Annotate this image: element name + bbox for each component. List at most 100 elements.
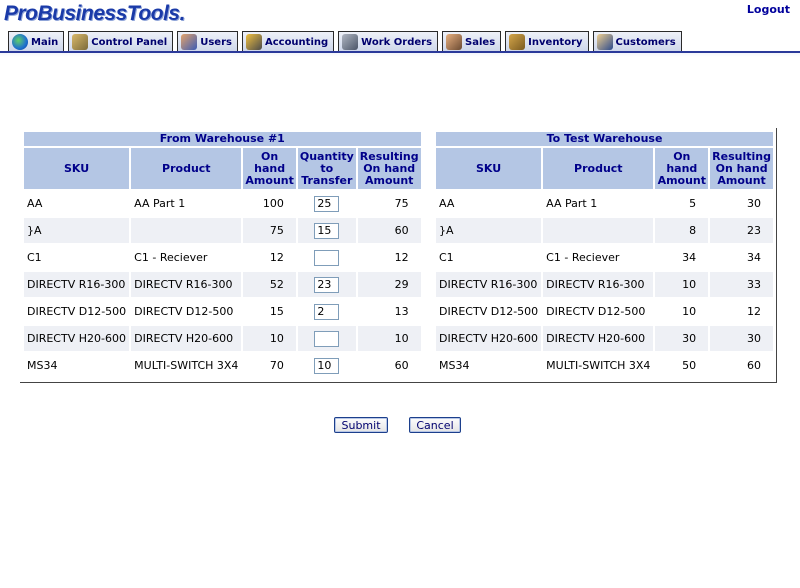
customers-icon xyxy=(596,34,613,50)
submit-button[interactable]: Submit xyxy=(334,417,388,433)
product-cell: AA Part 1 xyxy=(131,191,242,216)
quantity-input[interactable] xyxy=(314,222,340,239)
table-row: C1 C1 - Reciever 12 12 xyxy=(24,245,421,270)
col-header-on-hand: On hand Amount xyxy=(655,148,709,189)
to-warehouse-table: To Test Warehouse SKU Product On hand Am… xyxy=(434,130,775,380)
tab-inventory[interactable]: Inventory xyxy=(505,31,589,52)
accountant-icon xyxy=(245,34,262,50)
users-icon xyxy=(181,34,198,50)
product-cell: MULTI-SWITCH 3X4 xyxy=(131,353,242,378)
sku-cell: }A xyxy=(436,218,542,243)
tab-label: Users xyxy=(200,36,232,48)
sku-cell: DIRECTV H20-600 xyxy=(24,326,130,351)
product-cell xyxy=(543,218,654,243)
table-row: DIRECTV D12-500 DIRECTV D12-500 10 12 xyxy=(436,299,773,324)
on-hand-cell: 34 xyxy=(655,245,709,270)
product-cell: AA Part 1 xyxy=(543,191,654,216)
sku-cell: AA xyxy=(24,191,130,216)
tab-label: Sales xyxy=(465,36,496,48)
resulting-cell: 33 xyxy=(710,272,773,297)
quantity-cell xyxy=(297,353,356,378)
tab-work-orders[interactable]: Work Orders xyxy=(338,31,439,52)
on-hand-cell: 75 xyxy=(243,218,296,243)
cancel-button[interactable]: Cancel xyxy=(409,417,461,433)
sku-cell: DIRECTV H20-600 xyxy=(436,326,542,351)
sku-cell: MS34 xyxy=(436,353,542,378)
resulting-cell: 60 xyxy=(357,353,421,378)
col-header-product: Product xyxy=(131,148,242,189)
sku-cell: DIRECTV R16-300 xyxy=(24,272,130,297)
logout-link[interactable]: Logout xyxy=(747,3,790,16)
quantity-cell xyxy=(297,218,356,243)
sku-cell: C1 xyxy=(436,245,542,270)
resulting-cell: 34 xyxy=(710,245,773,270)
quantity-cell xyxy=(297,272,356,297)
tab-label: Work Orders xyxy=(361,36,433,48)
quantity-input[interactable] xyxy=(314,276,340,293)
product-cell: C1 - Reciever xyxy=(543,245,654,270)
on-hand-cell: 52 xyxy=(243,272,296,297)
on-hand-cell: 8 xyxy=(655,218,709,243)
tab-users[interactable]: Users xyxy=(177,31,238,52)
quantity-input[interactable] xyxy=(314,357,340,374)
product-cell xyxy=(131,218,242,243)
main-nav-tabs: Main Control Panel Users Accounting Work… xyxy=(8,31,682,53)
tab-main[interactable]: Main xyxy=(8,31,65,52)
product-cell: DIRECTV D12-500 xyxy=(543,299,654,324)
on-hand-cell: 15 xyxy=(243,299,296,324)
truck-icon xyxy=(342,34,359,50)
tab-bar-shadow xyxy=(0,53,800,57)
wrench-icon xyxy=(72,34,89,50)
quantity-input[interactable] xyxy=(314,303,340,320)
quantity-input[interactable] xyxy=(314,330,340,347)
on-hand-cell: 5 xyxy=(655,191,709,216)
sku-cell: C1 xyxy=(24,245,130,270)
col-header-sku: SKU xyxy=(436,148,542,189)
col-header-on-hand: On hand Amount xyxy=(243,148,296,189)
col-header-sku: SKU xyxy=(24,148,130,189)
table-row: MS34 MULTI-SWITCH 3X4 50 60 xyxy=(436,353,773,378)
inventory-icon xyxy=(509,34,526,50)
resulting-cell: 75 xyxy=(357,191,421,216)
product-cell: DIRECTV R16-300 xyxy=(543,272,654,297)
resulting-cell: 12 xyxy=(710,299,773,324)
resulting-cell: 12 xyxy=(357,245,421,270)
on-hand-cell: 70 xyxy=(243,353,296,378)
resulting-cell: 23 xyxy=(710,218,773,243)
on-hand-cell: 30 xyxy=(655,326,709,351)
transfer-panel: From Warehouse #1 SKU Product On hand Am… xyxy=(20,128,777,383)
quantity-cell xyxy=(297,326,356,351)
col-header-resulting: Resulting On hand Amount xyxy=(710,148,773,189)
quantity-input[interactable] xyxy=(314,195,340,212)
on-hand-cell: 10 xyxy=(655,272,709,297)
table-row: DIRECTV R16-300 DIRECTV R16-300 52 29 xyxy=(24,272,421,297)
tab-customers[interactable]: Customers xyxy=(592,31,682,52)
globe-icon xyxy=(12,34,28,50)
product-cell: DIRECTV D12-500 xyxy=(131,299,242,324)
sku-cell: DIRECTV D12-500 xyxy=(436,299,542,324)
resulting-cell: 10 xyxy=(357,326,421,351)
table-row: C1 C1 - Reciever 34 34 xyxy=(436,245,773,270)
on-hand-cell: 50 xyxy=(655,353,709,378)
table-row: }A 75 60 xyxy=(24,218,421,243)
sku-cell: DIRECTV D12-500 xyxy=(24,299,130,324)
quantity-input[interactable] xyxy=(314,249,340,266)
tab-accounting[interactable]: Accounting xyxy=(241,31,335,52)
from-warehouse-table: From Warehouse #1 SKU Product On hand Am… xyxy=(22,130,423,380)
app-logo: ProBusinessTools. xyxy=(4,2,185,25)
on-hand-cell: 12 xyxy=(243,245,296,270)
on-hand-cell: 100 xyxy=(243,191,296,216)
tab-label: Control Panel xyxy=(91,36,168,48)
table-row: MS34 MULTI-SWITCH 3X4 70 60 xyxy=(24,353,421,378)
product-cell: C1 - Reciever xyxy=(131,245,242,270)
resulting-cell: 13 xyxy=(357,299,421,324)
tab-label: Customers xyxy=(615,36,676,48)
sku-cell: MS34 xyxy=(24,353,130,378)
col-header-resulting: Resulting On hand Amount xyxy=(357,148,421,189)
salesperson-icon xyxy=(446,34,463,50)
on-hand-cell: 10 xyxy=(243,326,296,351)
quantity-cell xyxy=(297,191,356,216)
tab-sales[interactable]: Sales xyxy=(442,31,502,52)
tab-control-panel[interactable]: Control Panel xyxy=(68,31,174,52)
tab-label: Main xyxy=(31,36,59,48)
